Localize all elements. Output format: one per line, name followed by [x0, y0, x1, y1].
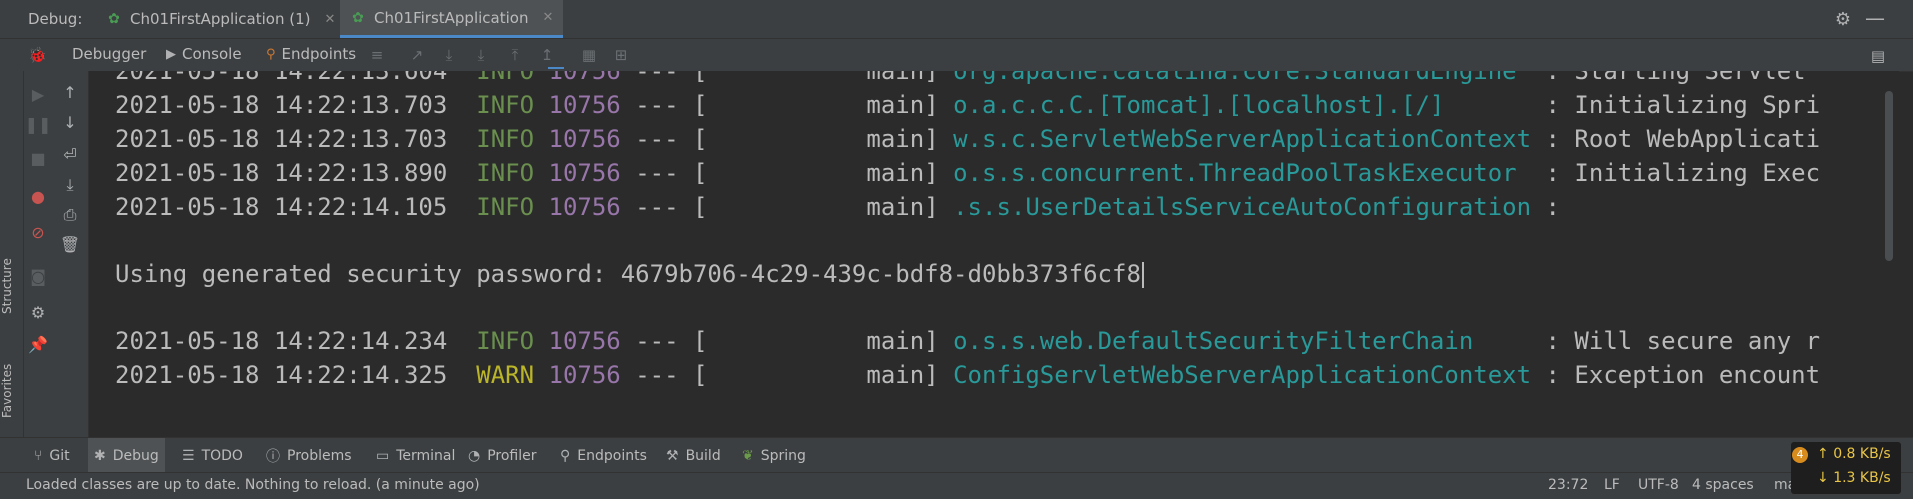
debug-actions: ▶ ❚❚ ■ ● ⊘ ◙ ⚙ 📌 [24, 71, 52, 437]
tab-debug[interactable]: ✱ Debug [88, 438, 165, 473]
debug-toolbar: 🐞 Debugger ▶ Console ⚲ Endpoints ≡ ↗ ⤓ ⤓… [0, 39, 1913, 72]
spring-run-icon: ✿ [352, 9, 364, 26]
pause-icon[interactable]: ❚❚ [24, 115, 52, 135]
threads-icon[interactable]: ≡ [368, 46, 386, 64]
close-icon[interactable]: ✕ [324, 12, 335, 27]
log-line: 2021-05-18 14:22:13.703 INFO 10756 --- [… [115, 91, 1821, 119]
spring-icon: ❦ [742, 447, 754, 464]
pin-icon[interactable]: 📌 [24, 335, 52, 355]
download-speed: ↓ 1.3 KB/s [1817, 470, 1891, 486]
network-speed-widget: 4 ↑ 0.8 KB/s ↓ 1.3 KB/s [1791, 442, 1901, 494]
console-icon: ▶ [166, 46, 176, 62]
terminal-icon: ▭ [376, 447, 390, 464]
endpoints-icon: ⚲ [266, 46, 276, 62]
text-cursor [1141, 262, 1144, 288]
mute-breakpoints-icon[interactable]: ⊘ [24, 223, 52, 243]
settings-icon[interactable]: ⚙ [24, 303, 52, 323]
line-separator[interactable]: LF [1604, 477, 1620, 493]
debug-tab-bar: Debug: ✿ Ch01FirstApplication (1) ✕ ✿ Ch… [0, 0, 1913, 39]
tab-ch01-first-application[interactable]: ✿ Ch01FirstApplication ✕ [340, 0, 564, 38]
left-tool-stripe: Structure Favorites [0, 71, 24, 437]
run-to-cursor-icon[interactable]: ↥ [538, 46, 556, 64]
trash-icon[interactable]: 🗑 [52, 235, 88, 255]
log-line: 2021-05-18 14:22:14.325 WARN 10756 --- [… [115, 361, 1821, 389]
git-icon: ⑂ [34, 447, 43, 464]
profiler-icon: ◔ [468, 447, 481, 464]
log-line: 2021-05-18 14:22:14.105 INFO 10756 --- [… [115, 193, 1560, 221]
tab-endpoints[interactable]: ⚲ Endpoints [554, 438, 653, 473]
progress-indicator [548, 67, 564, 69]
indent-setting[interactable]: 4 spaces [1692, 477, 1754, 493]
console-actions: ↑ ↓ ⏎ ⤓ ⎙ 🗑 [52, 71, 89, 437]
print-icon[interactable]: ⎙ [52, 205, 88, 225]
step-out-icon[interactable]: ⤒ [506, 46, 524, 64]
notification-badge: 4 [1792, 447, 1808, 463]
arrow-up-icon: ↑ [1817, 446, 1829, 462]
view-breakpoints-icon[interactable]: ● [24, 187, 52, 207]
log-line: 2021-05-18 14:22:14.234 INFO 10756 --- [… [115, 327, 1821, 355]
console-output[interactable]: 2021-05-18 14:22:13.604 INFO 10756 --- [… [89, 71, 1899, 437]
password-line: Using generated security password: 4679b… [115, 258, 1144, 290]
tab-build[interactable]: ⚒ Build [660, 438, 727, 473]
tab-terminal[interactable]: ▭ Terminal [370, 438, 461, 473]
step-over-icon[interactable]: ⤓ [440, 46, 458, 64]
tab-profiler[interactable]: ◔ Profiler [462, 438, 543, 473]
tab-label: Ch01FirstApplication [374, 8, 529, 27]
endpoints-label: Endpoints [281, 45, 357, 63]
bug-icon: 🐞 [28, 46, 47, 64]
file-encoding[interactable]: UTF-8 [1638, 477, 1679, 493]
caret-position[interactable]: 23:72 [1548, 477, 1588, 493]
status-bar: Loaded classes are up to date. Nothing t… [0, 472, 1913, 499]
bug-icon: ✱ [94, 447, 106, 464]
spring-run-icon: ✿ [108, 11, 120, 27]
hammer-icon: ⚒ [666, 447, 679, 464]
stop-icon[interactable]: ■ [24, 149, 52, 169]
evaluate-icon[interactable]: ▦ [580, 46, 598, 64]
log-line: 2021-05-18 14:22:13.890 INFO 10756 --- [… [115, 159, 1821, 187]
status-message[interactable]: Loaded classes are up to date. Nothing t… [26, 477, 480, 493]
console-label: Console [182, 45, 242, 63]
debugger-tab[interactable]: Debugger [72, 45, 146, 63]
log-line: 2021-05-18 14:22:13.703 INFO 10756 --- [… [115, 125, 1821, 153]
favorites-tab[interactable]: Favorites [0, 351, 23, 431]
tab-git[interactable]: ⑂ Git [28, 438, 76, 473]
scrollbar-thumb[interactable] [1885, 91, 1893, 261]
info-icon: ⓘ [266, 448, 280, 465]
arrow-down-icon: ↓ [1817, 470, 1829, 486]
tab-spring[interactable]: ❦ Spring [736, 438, 812, 473]
tab-label: Ch01FirstApplication (1) [130, 10, 311, 28]
show-execution-point-icon[interactable]: ↗ [408, 46, 426, 64]
soft-wrap-icon[interactable]: ⏎ [52, 145, 88, 165]
debugger-label: Debugger [72, 45, 147, 63]
endpoints-icon: ⚲ [560, 447, 571, 464]
close-icon[interactable]: ✕ [542, 10, 553, 25]
console-tab[interactable]: ▶ Console [166, 45, 242, 63]
arrow-up-icon[interactable]: ↑ [52, 83, 88, 103]
debug-label: Debug: [28, 10, 83, 28]
resume-icon[interactable]: ▶ [24, 85, 52, 105]
tool-window-bar: ⑂ Git ✱ Debug ☰ TODO ⓘ Problems ▭ Terminal ◔ P… [0, 437, 1913, 473]
minimize-icon[interactable]: — [1865, 6, 1885, 30]
step-into-icon[interactable]: ⤓ [472, 46, 490, 64]
structure-tab[interactable]: Structure [0, 241, 23, 331]
layout-icon[interactable]: ▤ [1871, 47, 1885, 65]
scroll-to-end-icon[interactable]: ⤓ [52, 175, 88, 195]
camera-icon[interactable]: ◙ [24, 267, 52, 287]
endpoints-tab[interactable]: ⚲ Endpoints [266, 45, 356, 63]
list-icon: ☰ [182, 447, 195, 464]
trace-icon[interactable]: ⊞ [612, 46, 630, 64]
log-line: 2021-05-18 14:22:13.604 INFO 10756 --- [… [115, 71, 1806, 85]
tab-problems[interactable]: ⓘ Problems [260, 438, 358, 473]
arrow-down-icon[interactable]: ↓ [52, 113, 88, 133]
tab-ch01-first-application-1[interactable]: ✿ Ch01FirstApplication (1) ✕ [96, 0, 345, 38]
gear-icon[interactable]: ⚙ [1835, 9, 1851, 30]
tab-todo[interactable]: ☰ TODO [176, 438, 249, 473]
upload-speed: ↑ 0.8 KB/s [1817, 446, 1891, 462]
